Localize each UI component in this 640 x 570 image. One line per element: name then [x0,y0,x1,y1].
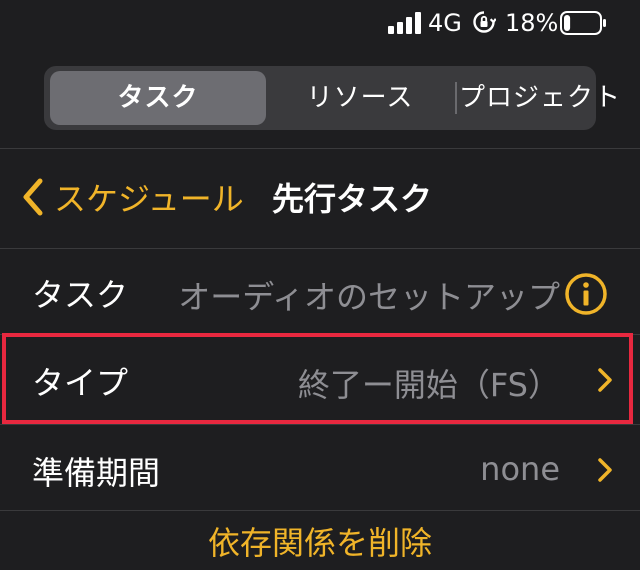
back-button[interactable]: スケジュール [20,172,244,222]
segment-resources[interactable]: リソース [266,66,454,130]
task-label: タスク [32,276,129,314]
lead-time-value: none [480,450,560,488]
selection-highlight [2,333,633,424]
segment-projects[interactable]: プロジェクト [456,66,624,130]
info-icon[interactable] [564,272,608,316]
status-bar: 4G 18% [0,0,640,48]
divider [0,248,640,249]
segment-tasks[interactable]: タスク [50,66,266,130]
signal-icon [388,12,422,34]
segmented-control: タスク リソース プロジェクト [44,66,620,130]
delete-dependency-button[interactable]: 依存関係を削除 [0,518,640,564]
chevron-left-icon [23,178,43,216]
divider [0,510,640,511]
page-title: 先行タスク [272,180,433,218]
battery-percent: 18% [505,9,559,37]
lead-time-label: 準備期間 [32,454,161,492]
back-label: スケジュール [54,180,244,218]
battery-icon [560,11,606,35]
chevron-right-icon [598,458,612,482]
divider [0,424,640,425]
network-label: 4G [428,9,462,37]
task-value: オーディオのセットアップ [178,278,560,316]
divider [0,148,640,149]
rotation-lock-icon [473,11,496,33]
